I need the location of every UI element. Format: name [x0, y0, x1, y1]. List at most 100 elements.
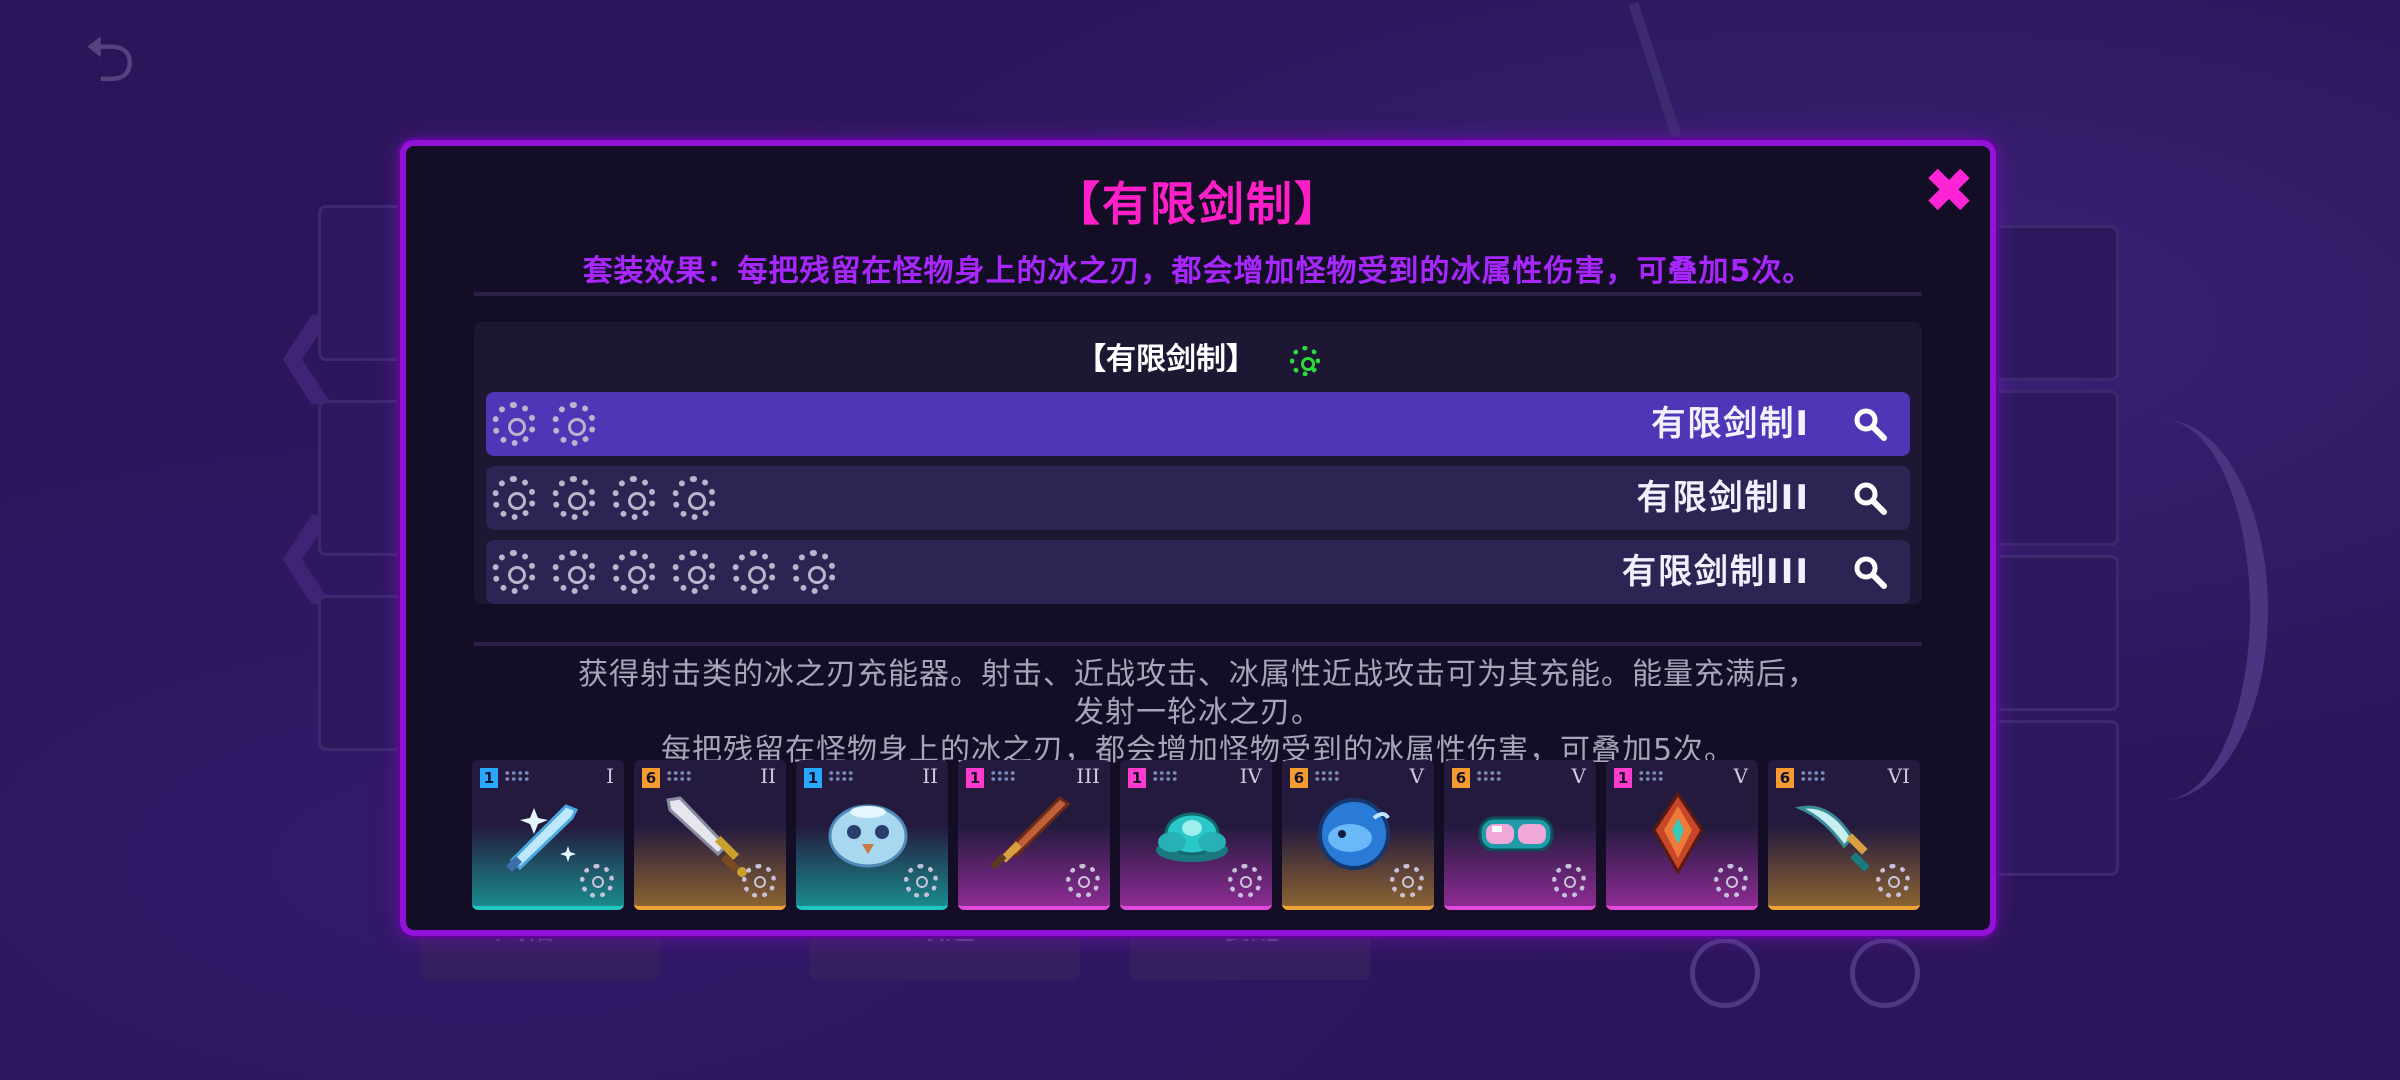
back-arrow-icon[interactable]: ⮌	[84, 28, 154, 92]
close-icon[interactable]: ✖	[1922, 160, 1976, 222]
gear-icon	[904, 864, 938, 898]
bg-target-icon	[1850, 938, 1920, 1008]
item-dots	[990, 770, 1016, 782]
gear-icon	[1714, 864, 1748, 898]
gear-icon	[1066, 864, 1100, 898]
item-dots	[504, 770, 530, 782]
gear-icon	[1228, 864, 1262, 898]
gear-icon	[580, 864, 614, 898]
item-level-badge: 6	[1452, 768, 1470, 788]
tier-name: 有限剑制III	[1622, 552, 1810, 592]
item-tier: II	[760, 764, 776, 788]
item-tier: I	[606, 764, 614, 788]
gear-icon	[492, 476, 536, 520]
item-dots	[666, 770, 692, 782]
long-sword-icon	[666, 796, 747, 877]
tier-gears	[492, 476, 716, 520]
crystal-lotus-icon	[1156, 812, 1228, 862]
item-dots	[1800, 770, 1826, 782]
blue-whale-orb-icon	[1318, 798, 1390, 870]
search-icon[interactable]	[1852, 406, 1888, 442]
item-card[interactable]: 1 I	[472, 760, 624, 910]
item-tier: V	[1571, 764, 1586, 788]
item-dots	[1476, 770, 1502, 782]
item-card[interactable]: 1 II	[796, 760, 948, 910]
gear-icon	[612, 550, 656, 594]
gear-icon	[672, 550, 716, 594]
divider	[474, 642, 1922, 646]
item-card[interactable]: 6 VI	[1768, 760, 1920, 910]
item-level-badge: 1	[1128, 768, 1146, 788]
item-tier: IV	[1239, 764, 1262, 788]
item-card[interactable]: 6 V	[1444, 760, 1596, 910]
set-description: 获得射击类的冰之刃充能器。射击、近战攻击、冰属性近战攻击可为其充能。能量充满后，…	[474, 656, 1922, 770]
item-card[interactable]: 6 II	[634, 760, 786, 910]
item-card[interactable]: 1 IV	[1120, 760, 1272, 910]
staff-silhouette	[1628, 1, 1682, 139]
item-dots	[1314, 770, 1340, 782]
item-tier: V	[1409, 764, 1424, 788]
tier-gears	[492, 550, 836, 594]
set-tiers-panel: 【有限剑制】 有限剑制I 有限剑制II 有限剑制III	[474, 322, 1922, 604]
bg-arc-decoration	[2060, 420, 2268, 800]
description-line: 发射一轮冰之刃。	[1074, 695, 1322, 730]
gear-icon	[552, 476, 596, 520]
dialog-title: 【有限剑制】	[1054, 177, 1342, 231]
set-items-strip[interactable]: 1 I 6 II 1 II 1 III 1 IV 6 V 6 V 1 V 6 V…	[472, 760, 1926, 914]
gear-icon	[1390, 864, 1424, 898]
bg-slot-card	[318, 595, 405, 751]
item-level-badge: 6	[642, 768, 660, 788]
item-card[interactable]: 1 III	[958, 760, 1110, 910]
bronze-blade-icon	[990, 796, 1071, 870]
gear-icon	[1552, 864, 1586, 898]
item-level-badge: 1	[804, 768, 822, 788]
item-level-badge: 6	[1290, 768, 1308, 788]
item-dots	[1638, 770, 1664, 782]
search-icon[interactable]	[1852, 554, 1888, 590]
tier-name: 有限剑制I	[1651, 404, 1810, 444]
tiers-header-label: 【有限剑制】	[1076, 342, 1256, 377]
gear-icon	[742, 864, 776, 898]
gear-icon	[792, 550, 836, 594]
gear-icon	[1876, 864, 1910, 898]
divider	[474, 292, 1922, 296]
set-gear-icon	[1290, 345, 1320, 376]
item-tier: II	[922, 764, 938, 788]
item-card[interactable]: 6 V	[1282, 760, 1434, 910]
gear-icon	[732, 550, 776, 594]
tier-row-2[interactable]: 有限剑制II	[486, 466, 1910, 530]
item-dots	[1152, 770, 1178, 782]
set-effect-text: 套装效果：每把残留在怪物身上的冰之刃，都会增加怪物受到的冰属性伤害，可叠加5次。	[582, 254, 1814, 289]
gear-icon	[552, 402, 596, 446]
curved-dagger-icon	[1794, 805, 1870, 872]
tier-row-1[interactable]: 有限剑制I	[486, 392, 1910, 456]
item-level-badge: 6	[1776, 768, 1794, 788]
item-level-badge: 1	[966, 768, 984, 788]
goggles-icon	[1478, 816, 1554, 852]
bg-slot-card	[1990, 225, 2119, 381]
bg-slot-card	[318, 400, 405, 556]
item-dots	[828, 770, 854, 782]
bg-slot-card	[318, 205, 405, 361]
snow-creature-icon	[828, 804, 908, 868]
item-card[interactable]: 1 V	[1606, 760, 1758, 910]
bg-round-icon	[1690, 938, 1760, 1008]
tier-gears	[492, 402, 596, 446]
set-bonus-dialog: 【有限剑制】 ✖ 套装效果：每把残留在怪物身上的冰之刃，都会增加怪物受到的冰属性…	[400, 140, 1996, 936]
item-level-badge: 1	[480, 768, 498, 788]
fire-crystal-icon	[1652, 791, 1704, 876]
description-line: 获得射击类的冰之刃充能器。射击、近战攻击、冰属性近战攻击可为其充能。能量充满后，	[578, 657, 1818, 692]
ice-sword-icon	[506, 804, 579, 872]
tier-name: 有限剑制II	[1636, 478, 1810, 518]
gear-icon	[552, 550, 596, 594]
item-level-badge: 1	[1614, 768, 1632, 788]
gear-icon	[492, 550, 536, 594]
search-icon[interactable]	[1852, 480, 1888, 516]
tiers-header: 【有限剑制】	[474, 340, 1922, 380]
tier-row-3[interactable]: 有限剑制III	[486, 540, 1910, 604]
item-tier: V	[1733, 764, 1748, 788]
item-tier: III	[1076, 764, 1100, 788]
gear-icon	[492, 402, 536, 446]
gear-icon	[672, 476, 716, 520]
item-tier: VI	[1887, 764, 1910, 788]
